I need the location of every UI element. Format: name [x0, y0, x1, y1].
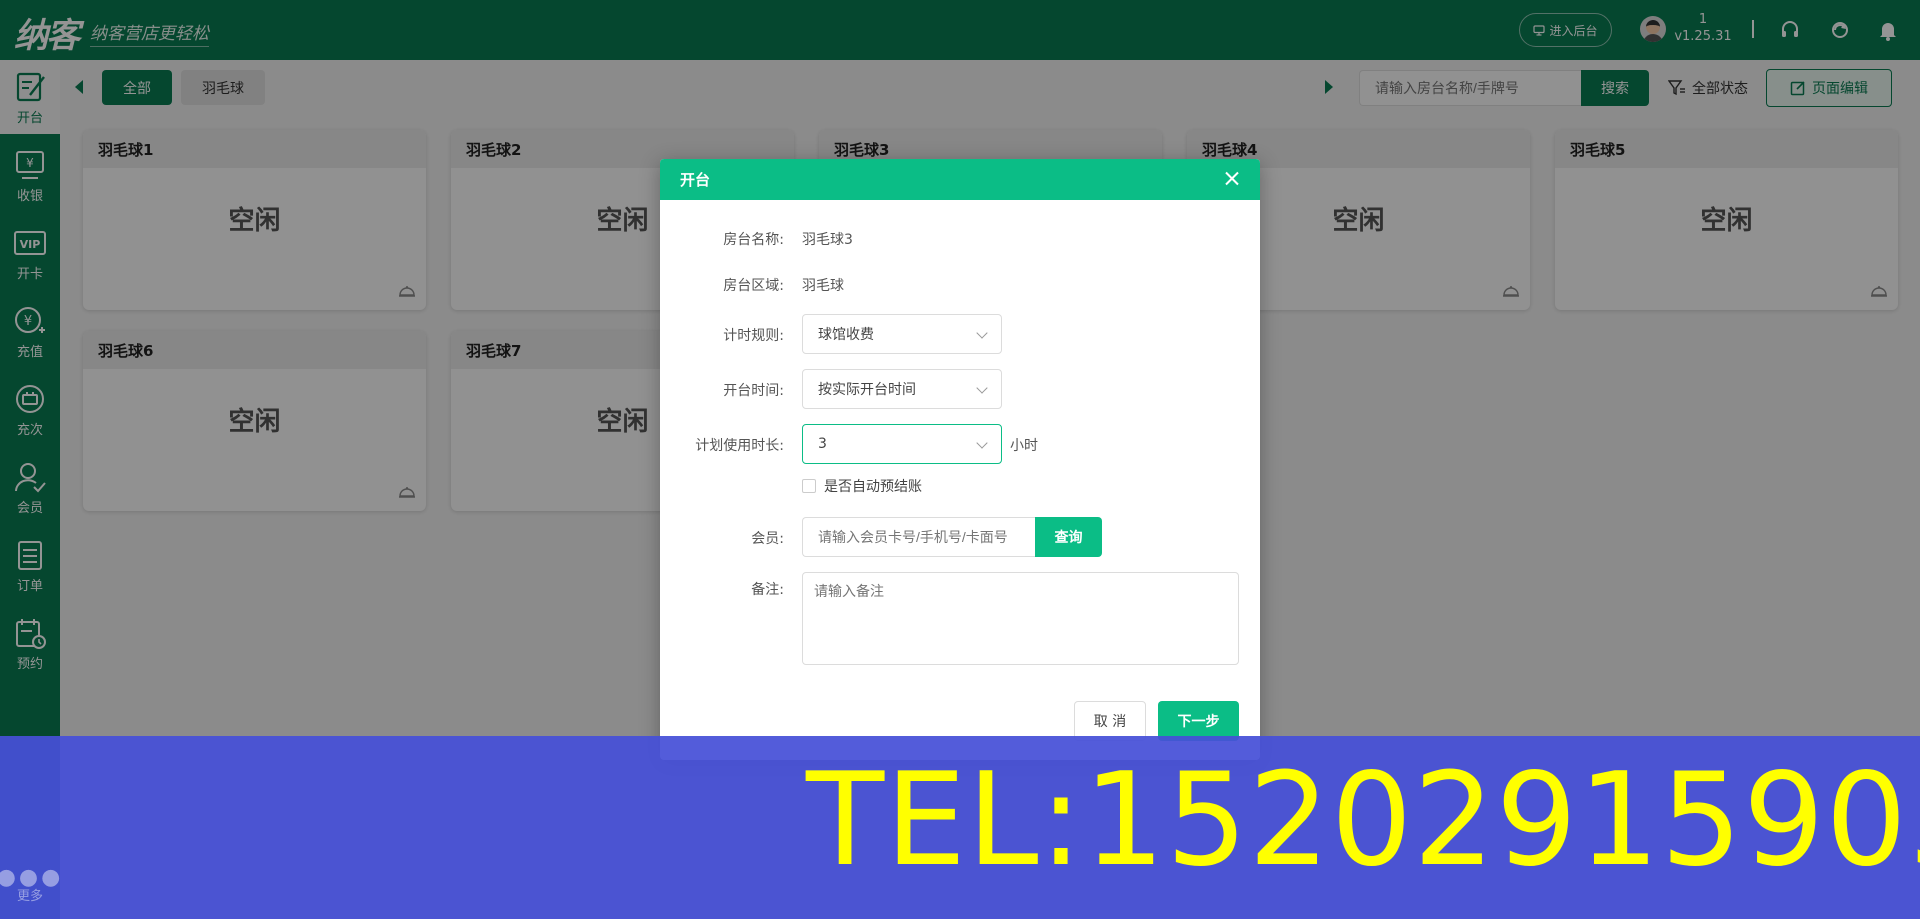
remark-label: 备注: — [751, 582, 784, 598]
contact-phone-text: TEL:15202915905 — [806, 746, 1920, 895]
duration-value: 3 — [818, 436, 827, 452]
auto-checkout-checkbox[interactable]: 是否自动预结账 — [802, 476, 922, 496]
table-name-value: 羽毛球3 — [802, 232, 853, 248]
sidebar-more-label: 更多 — [16, 888, 43, 904]
table-area-label: 房台区域: — [723, 278, 784, 294]
timing-rule-select[interactable]: 球馆收费 — [802, 314, 1002, 354]
next-step-button[interactable]: 下一步 — [1158, 701, 1239, 741]
table-name-label: 房台名称: — [723, 232, 784, 248]
open-time-label: 开台时间: — [723, 383, 784, 399]
checkbox-box[interactable] — [802, 479, 816, 493]
open-table-dialog: 开台 房台名称: 羽毛球3 房台区域: 羽毛球 计时规则: 球馆收费 开台时间:… — [660, 159, 1260, 760]
dialog-header: 开台 — [660, 159, 1260, 200]
duration-label: 计划使用时长: — [695, 438, 784, 454]
close-icon[interactable] — [1222, 169, 1242, 189]
sidebar-more-button[interactable]: ●●● 更多 — [0, 855, 60, 919]
timing-rule-label: 计时规则: — [723, 328, 784, 344]
cancel-button[interactable]: 取 消 — [1074, 701, 1146, 741]
chevron-down-icon — [976, 382, 988, 394]
chevron-down-icon — [976, 327, 988, 339]
open-time-select[interactable]: 按实际开台时间 — [802, 369, 1002, 409]
dialog-title: 开台 — [680, 171, 711, 189]
auto-checkout-label: 是否自动预结账 — [824, 479, 922, 495]
timing-rule-value: 球馆收费 — [818, 327, 874, 343]
remark-textarea[interactable] — [802, 572, 1239, 665]
table-area-value: 羽毛球 — [802, 278, 844, 294]
member-search-input[interactable] — [802, 517, 1035, 557]
duration-select[interactable]: 3 — [802, 424, 1002, 464]
member-query-button[interactable]: 查询 — [1035, 517, 1102, 557]
duration-unit: 小时 — [1010, 438, 1038, 454]
member-label: 会员: — [751, 531, 784, 547]
chevron-down-icon — [976, 437, 988, 449]
more-dots-icon: ●●● — [0, 864, 64, 890]
open-time-value: 按实际开台时间 — [818, 382, 916, 398]
